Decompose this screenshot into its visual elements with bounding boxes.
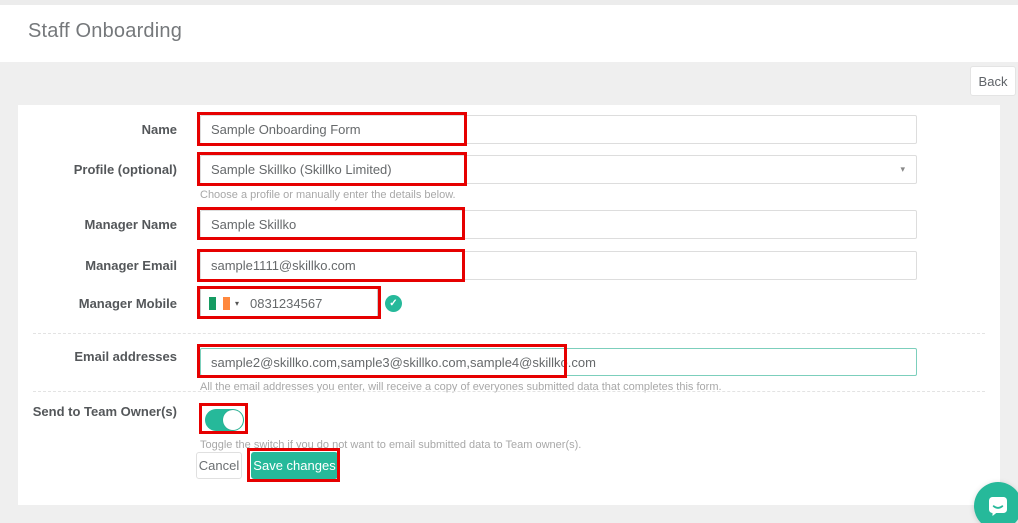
staff-onboarding-page: Staff Onboarding Back Name Profile (opti… [0,0,1018,523]
ireland-flag-icon [209,297,230,310]
cancel-button[interactable]: Cancel [196,452,242,479]
section-divider [33,391,985,392]
profile-help-text: Choose a profile or manually enter the d… [200,189,456,201]
manager-mobile-label: Manager Mobile [78,296,177,311]
chat-bubble-icon [989,497,1007,516]
profile-selected-value: Sample Skillko (Skillko Limited) [211,162,392,177]
manager-name-label: Manager Name [84,217,177,232]
manager-email-label: Manager Email [85,258,177,273]
profile-select[interactable]: Sample Skillko (Skillko Limited) ▾ [200,155,917,184]
email-addresses-input[interactable] [200,348,917,376]
form-card: Name Profile (optional) Sample Skillko (… [18,105,1000,505]
manager-email-input[interactable] [200,251,917,280]
name-input[interactable] [200,115,917,144]
send-to-team-owners-toggle[interactable] [205,409,244,431]
manager-mobile-number: 0831234567 [250,296,323,311]
send-to-team-owners-help-text: Toggle the switch if you do not want to … [200,439,582,451]
toggle-knob [223,410,243,430]
country-dropdown-caret-icon[interactable]: ▾ [235,299,239,308]
send-to-team-owners-label: Send to Team Owner(s) [32,404,177,419]
page-title: Staff Onboarding [28,20,183,42]
chevron-down-icon: ▾ [900,164,905,174]
name-label: Name [141,122,177,137]
manager-name-input[interactable] [200,210,917,239]
manager-mobile-input[interactable]: ▾ 0831234567 [200,288,378,319]
chat-launcher-button[interactable] [974,482,1018,523]
valid-check-icon: ✓ [385,295,402,312]
save-changes-button[interactable]: Save changes [251,452,338,479]
top-nav-edge [0,0,1018,5]
profile-label: Profile (optional) [73,162,177,177]
email-addresses-label: Email addresses [74,349,177,364]
back-button[interactable]: Back [970,66,1016,96]
section-divider [33,333,985,334]
